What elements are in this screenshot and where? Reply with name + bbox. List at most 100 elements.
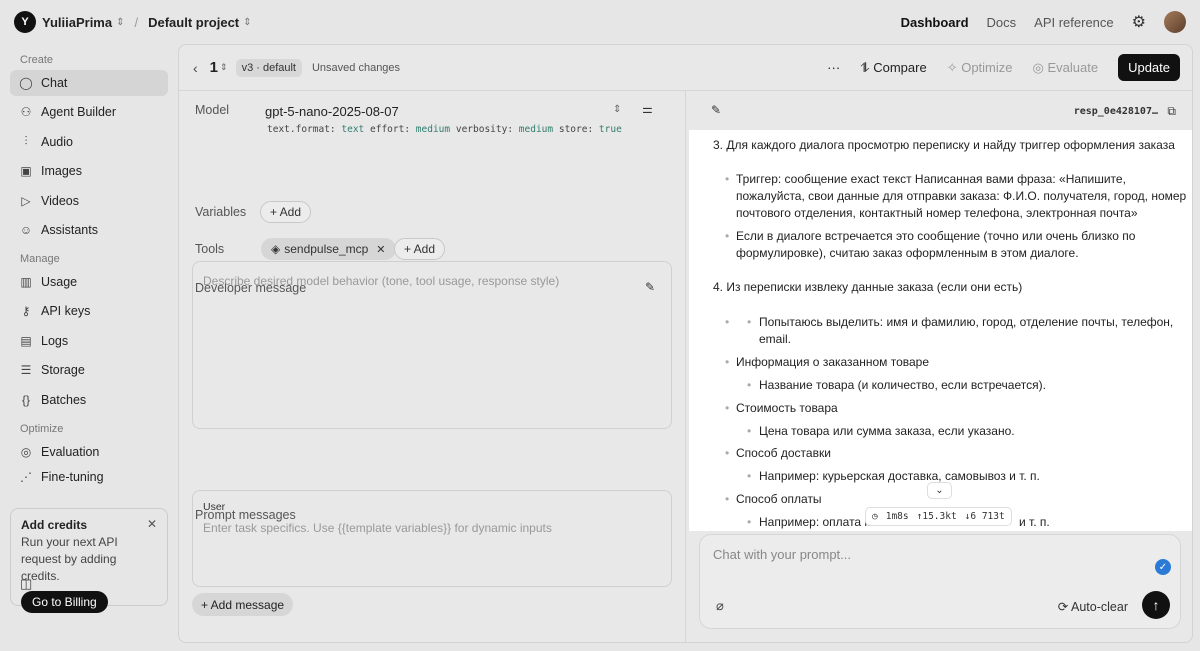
nav-api-reference[interactable]: API reference [1034,15,1114,30]
evaluate-button[interactable]: ◎ Evaluate [1033,60,1099,76]
bullet: • [747,469,752,483]
response-line: пожалуйста, свои данные для отправки зак… [736,189,1187,203]
images-icon: ▣ [20,164,32,179]
response-line: Название товара (и количество, если встр… [759,378,1046,392]
response-stats: ◷ 1m8s ↑15.3kt ↓6 713t [865,507,1012,526]
stat-time: 1m8s [885,511,909,522]
sidebar-item-evaluation[interactable]: ◎ Evaluation [10,439,168,465]
sidebar-item-label: Chat [41,76,68,90]
close-icon[interactable]: ✕ [147,517,157,531]
mcp-icon: ◈ [271,242,281,256]
version-number[interactable]: 1 [210,59,218,76]
tool-name: sendpulse_mcp [284,242,369,256]
sidebar-item-audio[interactable]: ⫶ Audio [10,129,168,155]
storage-icon: ☰ [20,363,32,378]
sidebar-toggle-icon[interactable]: ◫ [20,576,32,592]
param-key: text.format: [267,124,336,135]
sidebar-section-create: Create [20,54,54,66]
param-value: medium [518,124,554,135]
add-message-button[interactable]: + Add message [192,593,294,616]
org-avatar[interactable]: Y [14,11,36,33]
sidebar-item-label: Logs [41,333,69,348]
add-variable-button[interactable]: + Add [260,201,312,223]
org-name[interactable]: YuliiaPrima [42,15,112,30]
update-button[interactable]: Update [1118,54,1180,81]
bullet: • [725,492,730,506]
response-id: resp_0e428107… [1073,106,1158,117]
evaluation-icon: ◎ [20,444,32,459]
copy-icon[interactable]: ⧉ [1167,104,1176,119]
prompt-config-panel: Model gpt-5-nano-2025-08-07 ⇕ ⚌ text.for… [179,91,686,642]
response-line: почтового отделения, контактный номер те… [736,206,1138,220]
edit-icon[interactable]: ✎ [711,103,721,117]
more-options-icon[interactable]: ··· [827,60,840,75]
optimize-button[interactable]: ✧ Optimize [947,60,1013,76]
sidebar-item-api-keys[interactable]: ⚷ API keys [10,298,168,324]
sidebar-item-agent-builder[interactable]: ⚇ Agent Builder [10,99,168,125]
sidebar-item-fine-tuning[interactable]: ⋰ Fine-tuning [10,468,168,486]
bullet: • [725,355,730,369]
nav-dashboard[interactable]: Dashboard [901,15,969,30]
response-line: Попытаюсь выделить: имя и фамилию, город… [759,315,1174,329]
sidebar-item-usage[interactable]: ▥ Usage [10,269,168,295]
remove-tool-close-icon[interactable]: ✕ [376,243,385,256]
variables-label: Variables [195,205,247,219]
sidebar-item-assistants[interactable]: ☺ Assistants [10,217,168,243]
user-avatar[interactable] [1164,11,1186,33]
bullet: • [747,424,752,438]
usage-icon: ▥ [20,274,32,289]
tool-chip[interactable]: ◈ sendpulse_mcp ✕ [261,238,396,260]
bullet: • [725,401,730,415]
response-line: 3. Для каждого диалога просмотрю перепис… [713,138,1175,152]
model-settings-icon[interactable]: ⚌ [642,102,653,116]
sidebar-item-batches[interactable]: {} Batches [10,387,168,413]
bullet: • [747,515,752,529]
go-to-billing-button[interactable]: Go to Billing [21,591,108,613]
compare-button[interactable]: ⥮ Compare [860,60,927,76]
credits-text: Run your next API request by adding cred… [21,535,118,583]
back-chevron-icon[interactable]: ‹ [193,60,198,76]
credits-title: Add credits [21,518,88,532]
send-arrow-icon[interactable]: ↑ [1142,591,1170,619]
sidebar-item-label: Audio [41,134,73,149]
param-value: text [341,124,365,135]
sidebar-item-videos[interactable]: ▷ Videos [10,188,168,214]
check-icon[interactable]: ✓ [1155,559,1171,575]
project-switch-chevron-icon[interactable]: ⇕ [243,17,251,28]
param-value: medium [415,124,451,135]
user-message-input[interactable]: User Enter task specifics. Use {{templat… [192,490,672,587]
settings-gear-icon[interactable]: ⚙ [1132,12,1146,32]
version-chevron-icon[interactable]: ⇕ [220,62,228,73]
sidebar-item-label: Batches [41,392,87,407]
breadcrumb-separator: / [134,14,139,30]
auto-clear-button[interactable]: ⟳ Auto-clear [1058,599,1128,614]
sidebar-item-images[interactable]: ▣ Images [10,158,168,184]
org-switch-chevron-icon[interactable]: ⇕ [116,17,124,28]
chat-icon: ◯ [19,76,33,90]
optimize-icon: ✧ [946,59,962,75]
attach-paperclip-icon[interactable]: ⌀ [716,598,724,614]
model-chevron-icon[interactable]: ⇕ [613,104,621,115]
response-line: Например: оплата ка [759,515,877,529]
developer-message-input[interactable]: Describe desired model behavior (tone, t… [192,261,672,429]
nav-docs[interactable]: Docs [987,15,1017,30]
model-params[interactable]: text.format: text effort: medium verbosi… [267,124,622,135]
top-nav: Dashboard Docs API reference ⚙ [901,11,1186,33]
scroll-down-chevron-icon[interactable]: ⌄ [927,482,952,499]
project-name[interactable]: Default project [148,15,239,30]
chat-input-box[interactable]: Chat with your prompt... ✓ ⌀ ⟳ Auto-clea… [699,534,1181,629]
sidebar-item-logs[interactable]: ▤ Logs [10,328,168,354]
prompt-header: ‹ 1 ⇕ v3 · default Unsaved changes ··· ⥮… [179,45,1192,91]
model-select[interactable]: gpt-5-nano-2025-08-07 [265,104,399,119]
sidebar-item-chat[interactable]: ◯ Chat [10,70,168,96]
sidebar-item-label: Fine-tuning [41,469,104,484]
sidebar-item-storage[interactable]: ☰ Storage [10,357,168,383]
compare-icon: ⥮ [860,59,874,75]
version-badge[interactable]: v3 · default [235,58,302,77]
response-line: Цена товара или сумма заказа, если указа… [759,424,1015,438]
response-line: Способ доставки [736,446,831,460]
tools-label: Tools [195,242,225,256]
batches-icon: {} [21,392,30,407]
response-line: Способ оплаты [736,492,822,506]
add-tool-button[interactable]: + Add [394,238,446,260]
